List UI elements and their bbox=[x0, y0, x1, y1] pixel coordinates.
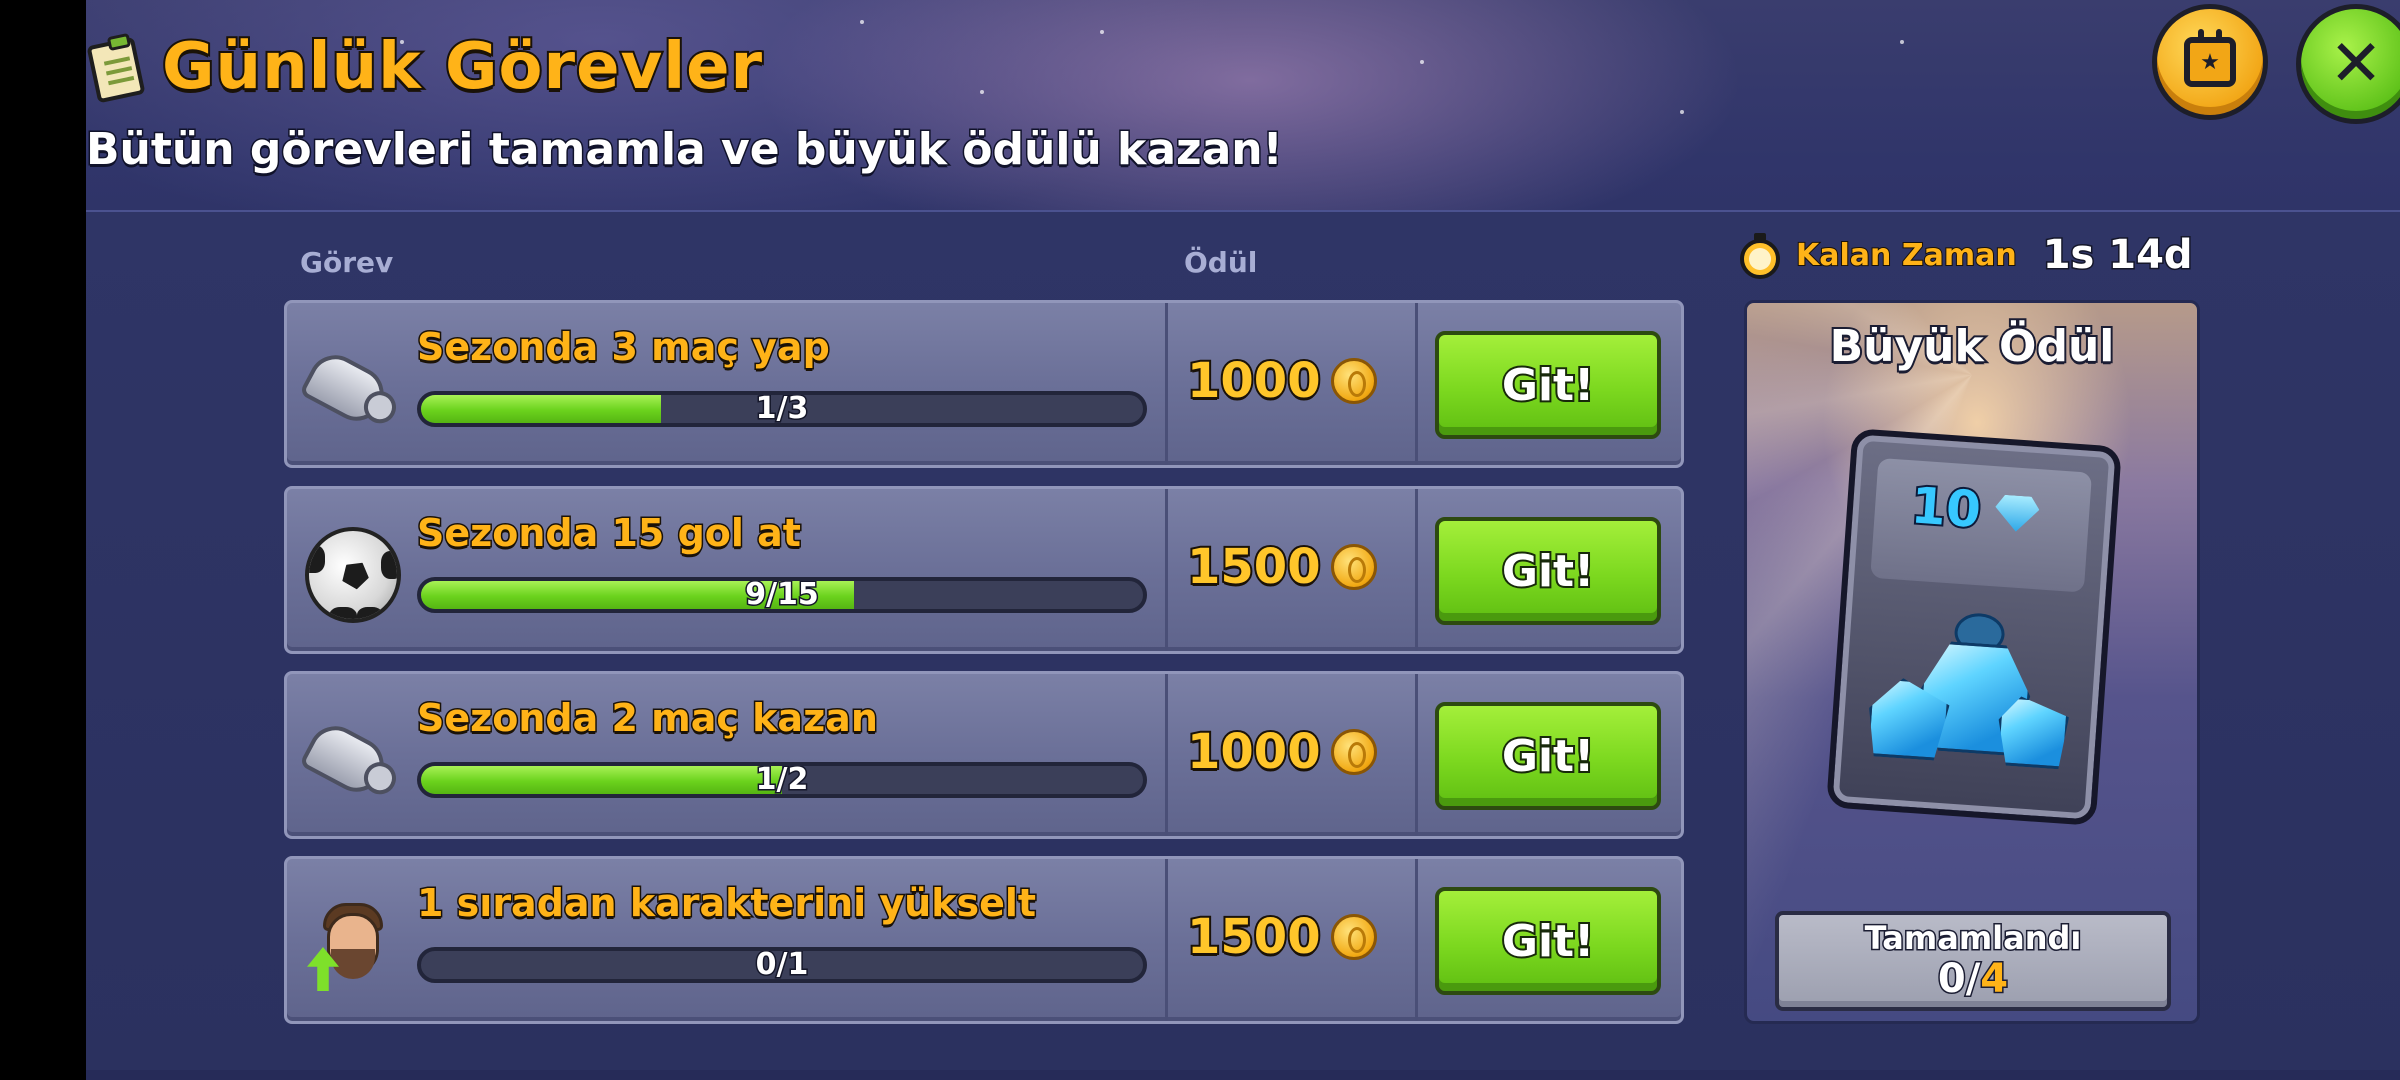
reward-amount: 1000 bbox=[1185, 351, 1323, 411]
go-button[interactable]: Git! bbox=[1435, 331, 1661, 439]
quest-row: Sezonda 15 gol at 9/15 1500 Git! bbox=[284, 486, 1684, 654]
quest-reward: 1500 bbox=[1185, 907, 1377, 967]
header: Günlük Görevler bbox=[86, 22, 764, 112]
quest-progress-bar: 1/2 bbox=[417, 762, 1147, 798]
completed-value: 0/4 bbox=[1936, 956, 2009, 1003]
coin-icon bbox=[1330, 358, 1377, 404]
whistle-icon bbox=[298, 708, 401, 808]
quest-title: Sezonda 15 gol at bbox=[416, 510, 803, 557]
column-header-task: Görev bbox=[300, 246, 394, 279]
screen-notch-band bbox=[0, 0, 86, 1080]
page-title: Günlük Görevler bbox=[160, 28, 764, 106]
calendar-button[interactable]: ★ bbox=[2152, 4, 2268, 120]
close-button[interactable]: ✕ bbox=[2296, 4, 2400, 124]
completed-label: Tamamlandı bbox=[1863, 918, 2083, 959]
quest-row: Sezonda 2 maç kazan 1/2 1000 Git! bbox=[284, 671, 1684, 839]
quest-row: Sezonda 3 maç yap 1/3 1000 Git! bbox=[284, 300, 1684, 468]
clipboard-icon bbox=[86, 32, 148, 104]
quest-reward: 1000 bbox=[1185, 351, 1377, 411]
soccer-ball-icon bbox=[301, 523, 401, 623]
quest-progress-text: 9/15 bbox=[744, 577, 821, 612]
quest-progress-text: 0/1 bbox=[754, 947, 810, 982]
reward-amount: 1500 bbox=[1185, 537, 1323, 597]
whistle-icon bbox=[298, 337, 401, 437]
coin-icon bbox=[1330, 729, 1377, 775]
grand-prize-card[interactable]: 10 bbox=[1826, 428, 2122, 826]
quest-title: 1 sıradan karakterini yükselt bbox=[415, 880, 1037, 927]
quest-title: Sezonda 2 maç kazan bbox=[416, 695, 880, 742]
stopwatch-icon bbox=[1740, 233, 1780, 279]
go-button[interactable]: Git! bbox=[1435, 887, 1661, 995]
go-button[interactable]: Git! bbox=[1435, 517, 1661, 625]
go-button-label: Git! bbox=[1500, 914, 1596, 969]
grand-prize-panel: Büyük Ödül 10 Tamamlandı 0/4 bbox=[1744, 300, 2200, 1024]
diamond-pile-icon bbox=[1864, 606, 2075, 790]
coin-icon bbox=[1330, 544, 1377, 590]
time-remaining: Kalan Zaman 1s 14d bbox=[1740, 231, 2194, 280]
go-button-label: Git! bbox=[1500, 358, 1596, 413]
column-header-reward: Ödül bbox=[1184, 246, 1258, 279]
grand-prize-title: Büyük Ödül bbox=[1828, 319, 2117, 374]
time-remaining-label: Kalan Zaman bbox=[1795, 237, 2018, 274]
quest-progress-text: 1/3 bbox=[754, 391, 810, 426]
quest-progress-text: 1/2 bbox=[754, 762, 810, 797]
quest-progress-bar: 0/1 bbox=[417, 947, 1147, 983]
quest-reward: 1000 bbox=[1185, 722, 1377, 782]
go-button-label: Git! bbox=[1500, 729, 1596, 784]
time-remaining-value: 1s 14d bbox=[2041, 231, 2194, 280]
reward-amount: 1500 bbox=[1185, 907, 1323, 967]
completed-counter: Tamamlandı 0/4 bbox=[1775, 911, 2171, 1011]
page-subtitle: Bütün görevleri tamamla ve büyük ödülü k… bbox=[85, 123, 1285, 177]
reward-amount: 1000 bbox=[1185, 722, 1323, 782]
calendar-icon: ★ bbox=[2184, 29, 2236, 87]
go-button[interactable]: Git! bbox=[1435, 702, 1661, 810]
quest-title: Sezonda 3 maç yap bbox=[416, 324, 832, 371]
quest-progress-bar: 9/15 bbox=[417, 577, 1147, 613]
close-icon: ✕ bbox=[2329, 27, 2383, 101]
daily-quests-screen: Günlük Görevler Bütün görevleri tamamla … bbox=[0, 0, 2400, 1080]
quest-row: 1 sıradan karakterini yükselt 0/1 1500 G… bbox=[284, 856, 1684, 1024]
quest-progress-bar: 1/3 bbox=[417, 391, 1147, 427]
quest-reward: 1500 bbox=[1185, 537, 1377, 597]
coin-icon bbox=[1330, 914, 1377, 960]
grand-prize-quantity: 10 bbox=[1907, 474, 1984, 541]
go-button-label: Git! bbox=[1500, 544, 1596, 599]
character-upgrade-icon bbox=[301, 893, 401, 993]
